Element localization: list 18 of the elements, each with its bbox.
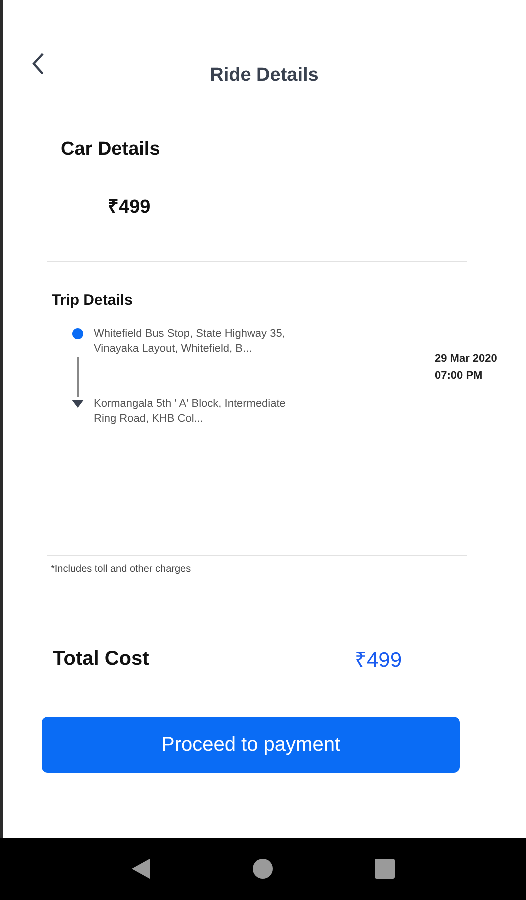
triangle-icon: [72, 398, 84, 410]
total-label: Total Cost: [53, 648, 150, 670]
home-icon[interactable]: [253, 859, 273, 879]
total-amount: ₹499: [355, 648, 402, 673]
address-text: Kormangala 5th ' A' Block, Intermediate Ring Road, KHB Col...: [94, 397, 287, 427]
pickup-dot-icon: [72, 328, 84, 340]
car-price: ₹499: [108, 196, 152, 219]
section-heading: Trip Details: [52, 292, 134, 309]
charges-note: *Includes toll and other charges: [51, 564, 192, 575]
trip-date: 29 Mar 2020: [435, 352, 498, 367]
section-heading: Car Details: [61, 139, 162, 161]
address-text: Whitefield Bus Stop, State Highway 35, Vinayaka Layout, Whitefield, B...: [94, 327, 286, 357]
back-icon[interactable]: [31, 52, 45, 76]
screen-title: Ride Details: [209, 65, 320, 87]
proceed-button[interactable]: Proceed to payment: [42, 717, 460, 773]
route-line: [77, 357, 79, 397]
back-icon[interactable]: [131, 858, 151, 880]
trip-time: 07:00 PM: [435, 369, 484, 384]
